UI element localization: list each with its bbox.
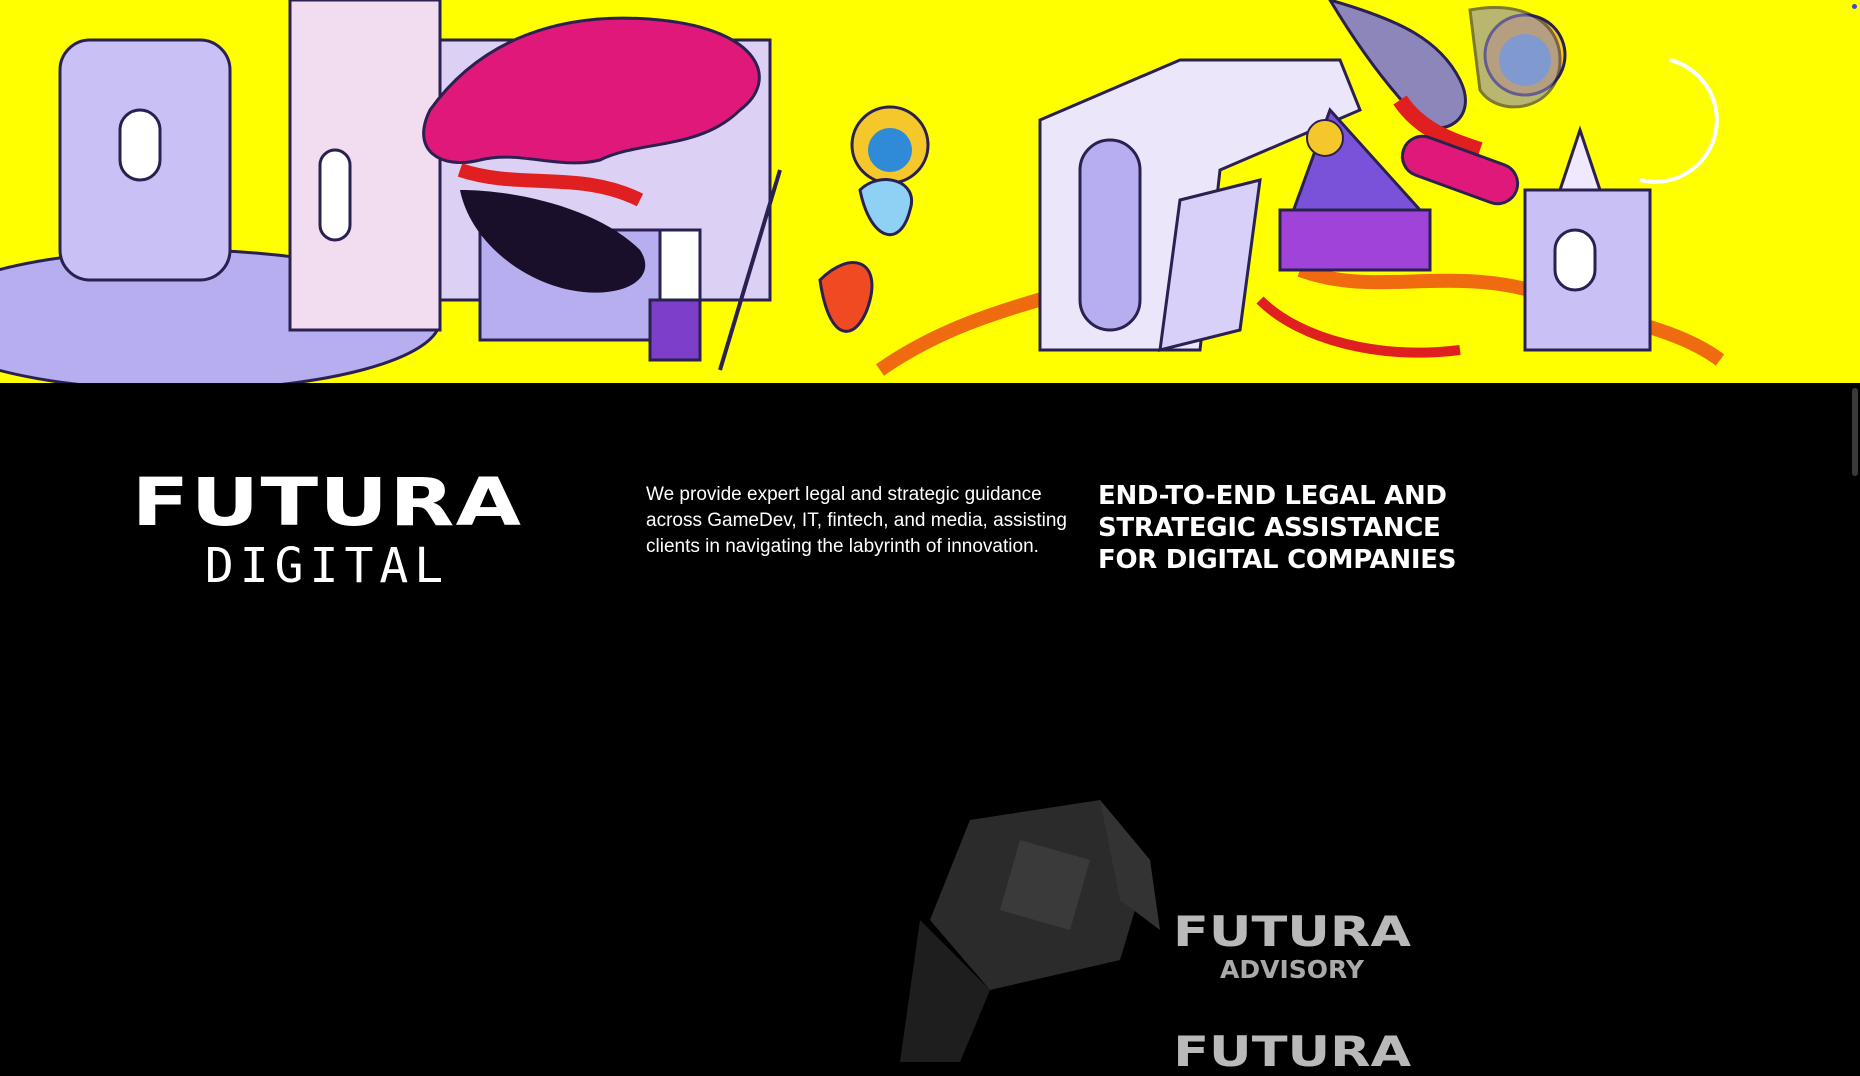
next-wordmark: FUTURA (1172, 1027, 1412, 1076)
logo-subtitle: DIGITAL (204, 538, 450, 594)
advisory-wordmark: FUTURA (1172, 907, 1412, 956)
futura-digital-logo[interactable]: FUTURA DIGITAL (132, 470, 522, 594)
scrollbar-thumb[interactable] (1852, 388, 1858, 476)
tagline-heading: END-TO-END LEGAL AND STRATEGIC ASSISTANC… (1098, 481, 1457, 575)
logo-wordmark: FUTURA (131, 464, 523, 541)
advisory-subtitle: ADVISORY (1220, 955, 1364, 984)
hero-illustration (0, 0, 1860, 383)
indicator-dot-icon (1852, 4, 1857, 9)
illustration-svg (0, 0, 1725, 383)
futura-advisory-logo[interactable]: FUTURA ADVISORY (1160, 910, 1424, 986)
intro-text: We provide expert legal and strategic gu… (646, 484, 1067, 557)
futura-next-logo[interactable]: FUTURA (1160, 1030, 1424, 1074)
